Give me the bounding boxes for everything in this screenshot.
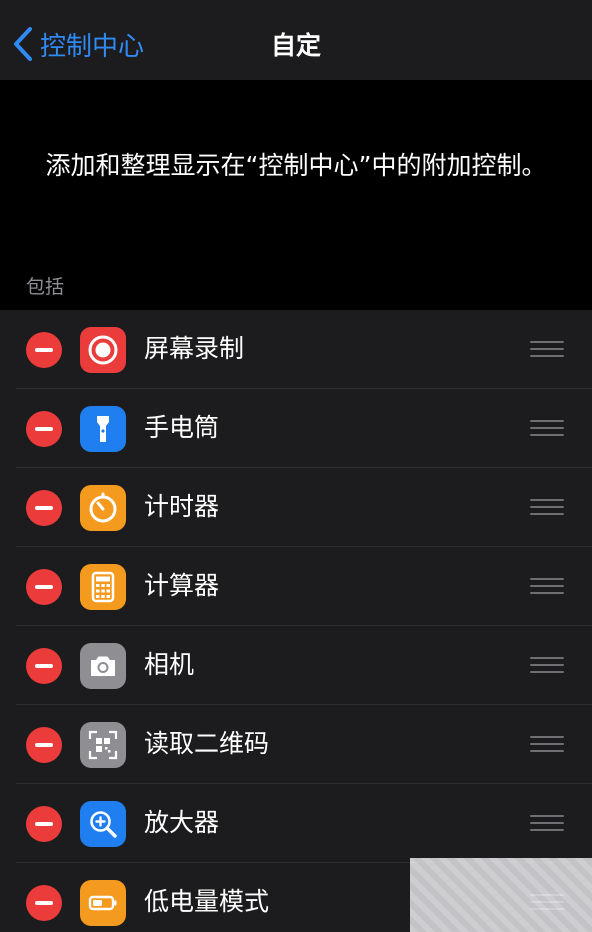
remove-button[interactable] — [26, 332, 62, 368]
remove-button[interactable] — [26, 648, 62, 684]
list-item: 相机 — [0, 626, 592, 705]
item-label: 计算器 — [144, 571, 220, 600]
reorder-handle[interactable] — [530, 341, 564, 359]
remove-button[interactable] — [26, 411, 62, 447]
camera-icon — [80, 643, 126, 689]
list-item: 屏幕录制 — [0, 310, 592, 389]
list-item: 计算器 — [0, 547, 592, 626]
item-label: 读取二维码 — [144, 729, 270, 758]
item-label: 屏幕录制 — [144, 334, 245, 363]
low-power-mode-icon — [80, 880, 126, 926]
item-label: 手电筒 — [144, 413, 220, 442]
reorder-handle[interactable] — [530, 815, 564, 833]
reorder-handle[interactable] — [530, 657, 564, 675]
navigation-bar: 控制中心 自定 — [0, 0, 592, 80]
list-item: 放大器 — [0, 784, 592, 863]
watermark-overlay — [410, 858, 592, 932]
remove-button[interactable] — [26, 569, 62, 605]
calculator-icon — [80, 564, 126, 610]
list-item: 读取二维码 — [0, 705, 592, 784]
included-controls-list: 屏幕录制 手电筒 计时器 计算器 相机 读取二维码 放大器 低电量模式 — [0, 310, 592, 932]
item-label: 相机 — [144, 650, 195, 679]
list-item: 手电筒 — [0, 389, 592, 468]
reorder-handle[interactable] — [530, 499, 564, 517]
remove-button[interactable] — [26, 885, 62, 921]
remove-button[interactable] — [26, 806, 62, 842]
item-label: 低电量模式 — [144, 887, 270, 916]
remove-button[interactable] — [26, 490, 62, 526]
reorder-handle[interactable] — [530, 736, 564, 754]
list-item: 计时器 — [0, 468, 592, 547]
reorder-handle[interactable] — [530, 420, 564, 438]
page-title: 自定 — [270, 31, 321, 60]
header-description: 添加和整理显示在“控制中心”中的附加控制。 — [45, 151, 547, 180]
magnifier-icon — [80, 801, 126, 847]
timer-icon — [80, 485, 126, 531]
section-header-included: 包括 — [26, 276, 65, 298]
remove-button[interactable] — [26, 727, 62, 763]
item-label: 放大器 — [144, 808, 220, 837]
qr-code-icon — [80, 722, 126, 768]
flashlight-icon — [80, 406, 126, 452]
reorder-handle[interactable] — [530, 578, 564, 596]
item-label: 计时器 — [144, 492, 220, 521]
screen-record-icon — [80, 327, 126, 373]
